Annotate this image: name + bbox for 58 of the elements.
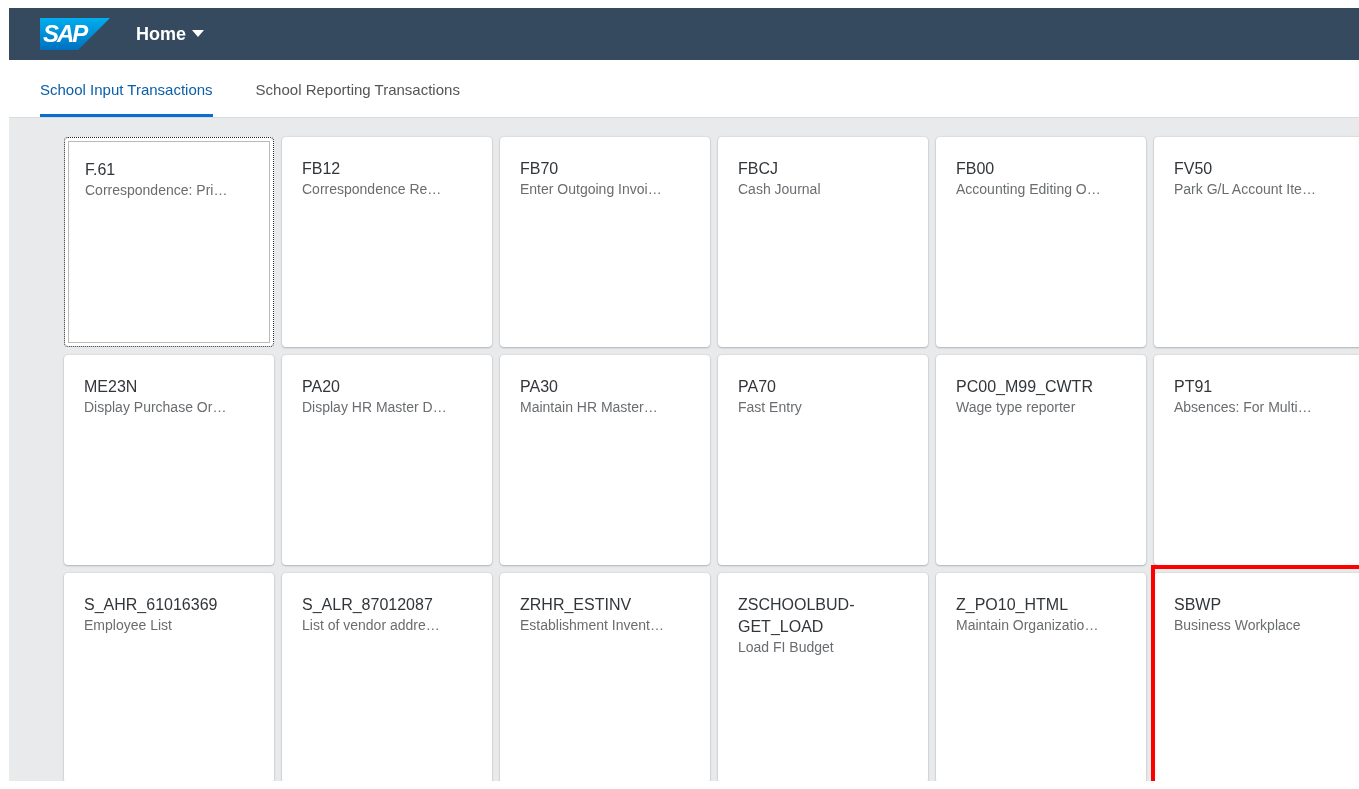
sap-logo[interactable]: SAP bbox=[40, 18, 110, 50]
tile-title: ME23N bbox=[84, 377, 138, 397]
tile-title: ZRHR_ESTINV bbox=[520, 595, 632, 615]
app-tile[interactable]: ZSCHOOLBUD-GET_LOAD Load FI Budget bbox=[718, 573, 928, 781]
tile-subtitle: Load FI Budget bbox=[738, 638, 834, 656]
app-tile[interactable]: PT91 Absences: For Multi… bbox=[1154, 355, 1359, 565]
tile-title: PA70 bbox=[738, 377, 776, 397]
tile-subtitle: Correspondence: Pri… bbox=[85, 181, 228, 199]
app-tile[interactable]: PC00_M99_CWTR Wage type reporter bbox=[936, 355, 1146, 565]
tile-title: S_ALR_87012087 bbox=[302, 595, 433, 615]
tile-title: SBWP bbox=[1174, 595, 1222, 615]
app-tile[interactable]: FBCJ Cash Journal bbox=[718, 137, 928, 347]
app-tile[interactable]: FV50 Park G/L Account Ite… bbox=[1154, 137, 1359, 347]
app-tile[interactable]: PA20 Display HR Master D… bbox=[282, 355, 492, 565]
tile-title: S_AHR_61016369 bbox=[84, 595, 218, 615]
app-tile[interactable]: FB12 Correspondence Re… bbox=[282, 137, 492, 347]
tile-subtitle: Absences: For Multi… bbox=[1174, 398, 1312, 416]
tile-subtitle: Employee List bbox=[84, 616, 172, 634]
app-tile[interactable]: FB70 Enter Outgoing Invoi… bbox=[500, 137, 710, 347]
tile-subtitle: Establishment Invent… bbox=[520, 616, 664, 634]
tile-subtitle: Display HR Master D… bbox=[302, 398, 447, 416]
app-tile[interactable]: ZRHR_ESTINV Establishment Invent… bbox=[500, 573, 710, 781]
tile-title: PA20 bbox=[302, 377, 340, 397]
tile-title: FB12 bbox=[302, 159, 341, 179]
app-tile[interactable]: S_AHR_61016369 Employee List bbox=[64, 573, 274, 781]
tile-title: PT91 bbox=[1174, 377, 1213, 397]
tile-subtitle: Enter Outgoing Invoi… bbox=[520, 180, 662, 198]
tile-title: ZSCHOOLBUD-GET_LOAD bbox=[738, 595, 856, 637]
tile-subtitle: Correspondence Re… bbox=[302, 180, 442, 198]
tile-subtitle: Maintain Organizatio… bbox=[956, 616, 1099, 634]
tab[interactable]: School Reporting Transactions bbox=[255, 60, 460, 117]
tile-subtitle: Business Workplace bbox=[1174, 616, 1301, 634]
app-tile[interactable]: F.61 Correspondence: Pri… bbox=[64, 137, 274, 347]
tile-subtitle: Wage type reporter bbox=[956, 398, 1076, 416]
app-tile[interactable]: SBWP Business Workplace bbox=[1154, 573, 1359, 781]
app-tile[interactable]: Z_PO10_HTML Maintain Organizatio… bbox=[936, 573, 1146, 781]
app-tile[interactable]: S_ALR_87012087 List of vendor addre… bbox=[282, 573, 492, 781]
caret-icon bbox=[192, 30, 204, 38]
tile-title: FBCJ bbox=[738, 159, 778, 179]
tile-title: FV50 bbox=[1174, 159, 1213, 179]
tile-title: PC00_M99_CWTR bbox=[956, 377, 1093, 397]
app-tile[interactable]: PA30 Maintain HR Master… bbox=[500, 355, 710, 565]
tile-title: Z_PO10_HTML bbox=[956, 595, 1069, 615]
tile-title: PA30 bbox=[520, 377, 558, 397]
tile-title: FB70 bbox=[520, 159, 559, 179]
tile-subtitle: Display Purchase Or… bbox=[84, 398, 227, 416]
app-tile[interactable]: ME23N Display Purchase Or… bbox=[64, 355, 274, 565]
tile-subtitle: Cash Journal bbox=[738, 180, 821, 198]
tile-subtitle: Park G/L Account Ite… bbox=[1174, 180, 1316, 198]
tile-subtitle: Accounting Editing O… bbox=[956, 180, 1101, 198]
tile-title: FB00 bbox=[956, 159, 995, 179]
tile-title: F.61 bbox=[85, 160, 116, 180]
home-menu-button[interactable]: Home bbox=[136, 23, 204, 45]
tile-subtitle: Maintain HR Master… bbox=[520, 398, 658, 416]
app-tile[interactable]: FB00 Accounting Editing O… bbox=[936, 137, 1146, 347]
app-tile[interactable]: PA70 Fast Entry bbox=[718, 355, 928, 565]
tile-subtitle: Fast Entry bbox=[738, 398, 802, 416]
tile-subtitle: List of vendor addre… bbox=[302, 616, 440, 634]
